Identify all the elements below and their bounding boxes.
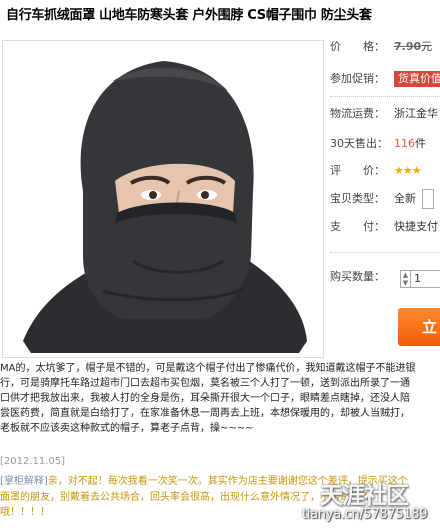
product-title[interactable]: 自行车抓绒面罩 山地车防寒头套 户外围脖 CS帽子围巾 防尘头套 [6,4,440,23]
pay-value: 快捷支付 [394,220,438,233]
quantity-stepper[interactable]: ▲ ▼ [400,270,410,288]
watermark-logo: 天涯社区 [320,483,409,509]
type-value: 全新 [394,192,416,205]
qty-label: 购买数量： [330,270,385,283]
quantity-input[interactable]: 1 [410,270,440,288]
rating-stars-icon: ★★★ [394,164,422,177]
price-row: 价 格： 7.90元 [330,36,440,58]
review-line: 尝医药费，简直就是白给打了，在家准备休息一周再去上班，本想保暖用的，却被人当贼打… [0,408,410,419]
promo-label: 参加促销： [330,72,385,85]
reply-tag: [掌柜解释] [0,476,48,487]
pay-label: 支 付： [330,220,385,233]
review-line: 行，可是骑摩托车路过超市门口去超市买包烟，莫名被三个人打了一顿，送到派出所录了一… [0,378,410,389]
buyer-review: MA的，太坑爹了，帽子是不错的，可是戴这个帽子付出了惨痛代价，我知道戴这帽子不能… [0,361,440,436]
review-date: [2012.11.05] [0,456,66,467]
sold-unit: 件 [415,137,426,150]
review-line: 老板就不应该卖这种款式的帽子，算老子点背，操~~~~ [0,423,254,434]
review-line: 口供才把我放出来，我被人打的全身是伤，耳朵撕开很大一个口子，眼睛差点瞎掉，还没人… [0,393,410,404]
sold-count: 116 [394,137,415,150]
price-suffix: 元 [421,40,433,53]
divider [330,252,440,253]
balaclava-photo [3,41,323,357]
shipping-row: 物流运费： 浙江金华 [330,103,440,125]
product-image[interactable] [2,40,324,358]
watermark-url: tianya.cn/57875189 [302,507,428,522]
price-value: 7.90 [394,40,422,53]
divider [330,96,440,97]
quantity-row: 购买数量： ▲ ▼ 1 [330,266,440,288]
sold-label: 30天售出： [330,137,388,150]
type-option-box[interactable] [422,189,434,209]
review-line: MA的，太坑爹了，帽子是不错的，可是戴这个帽子付出了惨痛代价，我知道戴这帽子不能… [0,363,416,374]
pay-row: 支 付： 快捷支付 [330,216,440,238]
rating-row: 评 价： ★★★ [330,160,440,182]
buy-now-button[interactable]: 立 [398,308,440,346]
shipping-label: 物流运费： [330,107,385,120]
promo-row: 参加促销： 货真价值 [330,68,440,90]
shipping-value[interactable]: 浙江金华 [394,107,438,120]
price-label: 价 格： [330,40,385,53]
type-label: 宝贝类型： [330,192,385,205]
sold-row: 30天售出： 116件 [330,133,440,155]
rating-label: 评 价： [330,164,385,177]
type-row: 宝贝类型： 全新 [330,188,440,210]
promo-badge[interactable]: 货真价值 [394,71,440,87]
